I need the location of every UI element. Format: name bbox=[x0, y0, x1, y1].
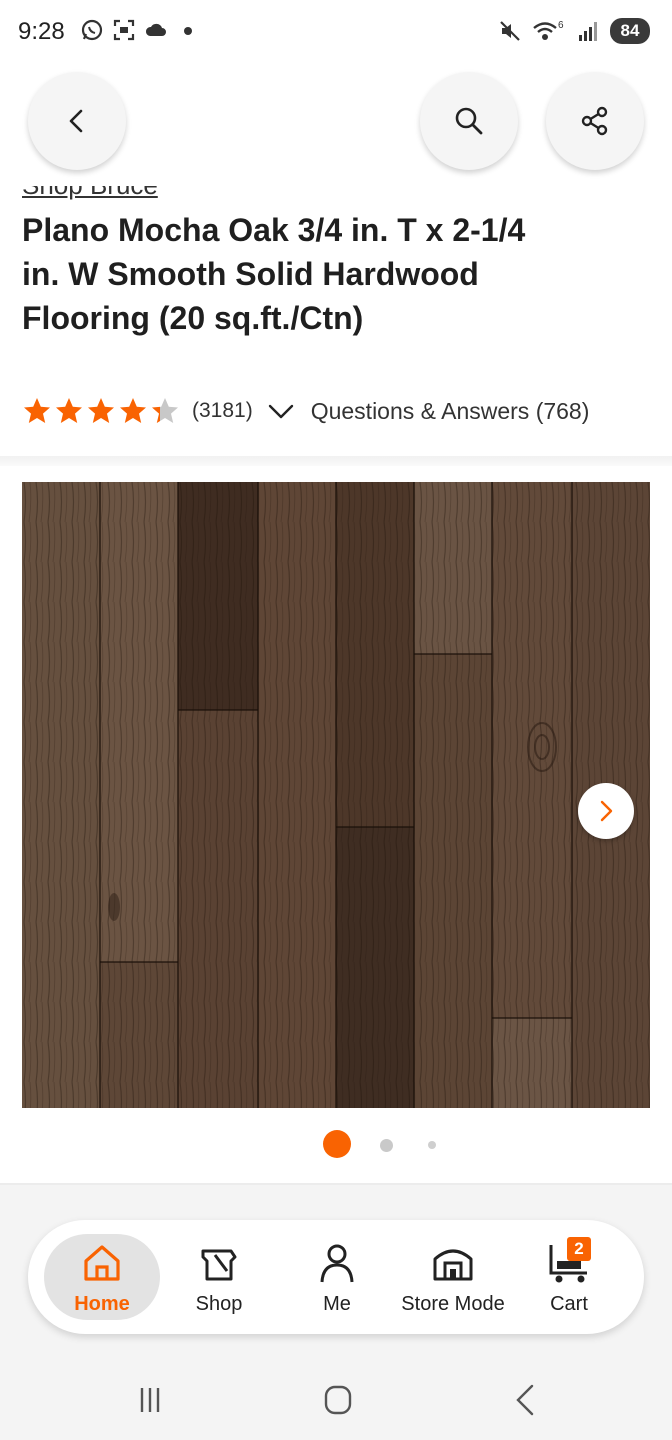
nav-home[interactable]: Home bbox=[44, 1220, 160, 1334]
star-icon bbox=[120, 398, 146, 423]
chevron-right-icon bbox=[600, 800, 613, 822]
home-icon bbox=[78, 1239, 126, 1287]
search-button[interactable] bbox=[420, 72, 518, 170]
cart-icon: 2 bbox=[545, 1236, 593, 1287]
recent-apps-button[interactable] bbox=[126, 1378, 174, 1422]
next-image-button[interactable] bbox=[578, 783, 634, 839]
recent-apps-icon bbox=[140, 1388, 160, 1412]
nav-shop-label: Shop bbox=[195, 1292, 243, 1315]
bottom-navigation: Home Shop Me Store Mode 2 Cart bbox=[28, 1220, 644, 1334]
section-divider bbox=[0, 456, 672, 466]
pagination-dot-active[interactable] bbox=[323, 1130, 351, 1158]
star-rating bbox=[22, 396, 180, 426]
image-pagination bbox=[0, 1130, 672, 1160]
nav-home-label: Home bbox=[74, 1292, 130, 1315]
nav-store-mode[interactable]: Store Mode bbox=[395, 1220, 511, 1334]
search-icon bbox=[455, 107, 483, 135]
wifi-label: 6 bbox=[558, 20, 564, 31]
shop-icon bbox=[195, 1239, 243, 1287]
battery-indicator: 84 bbox=[610, 18, 650, 44]
brand-link[interactable]: Shop Bruce bbox=[22, 186, 158, 200]
product-image[interactable] bbox=[22, 482, 650, 1108]
system-home-button[interactable] bbox=[314, 1378, 362, 1422]
screenshot-icon bbox=[112, 18, 136, 42]
nav-shop[interactable]: Shop bbox=[161, 1220, 277, 1334]
wood-floor-image bbox=[22, 482, 650, 1108]
chevron-down-icon[interactable] bbox=[267, 397, 295, 425]
nav-cart-label: Cart bbox=[550, 1292, 588, 1315]
back-arrow-icon bbox=[516, 1384, 534, 1416]
mute-icon bbox=[498, 19, 522, 43]
system-back-button[interactable] bbox=[502, 1378, 550, 1422]
cloud-icon bbox=[144, 18, 168, 42]
nav-cart[interactable]: 2 Cart bbox=[511, 1220, 627, 1334]
star-icon bbox=[88, 398, 114, 423]
status-right-icons: 6 84 bbox=[498, 18, 650, 44]
status-bar: 9:28 6 84 bbox=[0, 0, 672, 64]
system-navigation-bar bbox=[0, 1360, 672, 1440]
status-time: 9:28 bbox=[18, 18, 65, 45]
chevron-left-icon bbox=[69, 109, 83, 133]
product-title: Plano Mocha Oak 3/4 in. T x 2-1/4 in. W … bbox=[22, 212, 526, 336]
questions-answers-link[interactable]: Questions & Answers (768) bbox=[311, 398, 590, 425]
nav-me[interactable]: Me bbox=[279, 1220, 395, 1334]
dot-icon bbox=[176, 18, 200, 42]
share-button[interactable] bbox=[546, 72, 644, 170]
person-icon bbox=[313, 1239, 361, 1287]
pagination-dot[interactable] bbox=[380, 1139, 393, 1152]
store-icon bbox=[429, 1239, 477, 1287]
pagination-dot[interactable] bbox=[428, 1141, 436, 1149]
home-circle-icon bbox=[324, 1385, 352, 1415]
status-left-icons bbox=[80, 18, 200, 42]
rating-row[interactable]: (3181) Questions & Answers (768) bbox=[22, 394, 589, 428]
share-icon bbox=[581, 106, 608, 136]
star-icon bbox=[152, 398, 178, 423]
cart-badge: 2 bbox=[567, 1236, 591, 1261]
signal-icon bbox=[576, 19, 600, 43]
back-button[interactable] bbox=[28, 72, 126, 170]
nav-me-label: Me bbox=[323, 1292, 351, 1315]
star-icon bbox=[56, 398, 82, 423]
wifi-icon: 6 bbox=[532, 19, 566, 43]
star-icon bbox=[24, 398, 50, 423]
review-count[interactable]: (3181) bbox=[192, 399, 253, 423]
nav-store-mode-label: Store Mode bbox=[401, 1292, 505, 1315]
whatsapp-icon bbox=[80, 18, 104, 42]
